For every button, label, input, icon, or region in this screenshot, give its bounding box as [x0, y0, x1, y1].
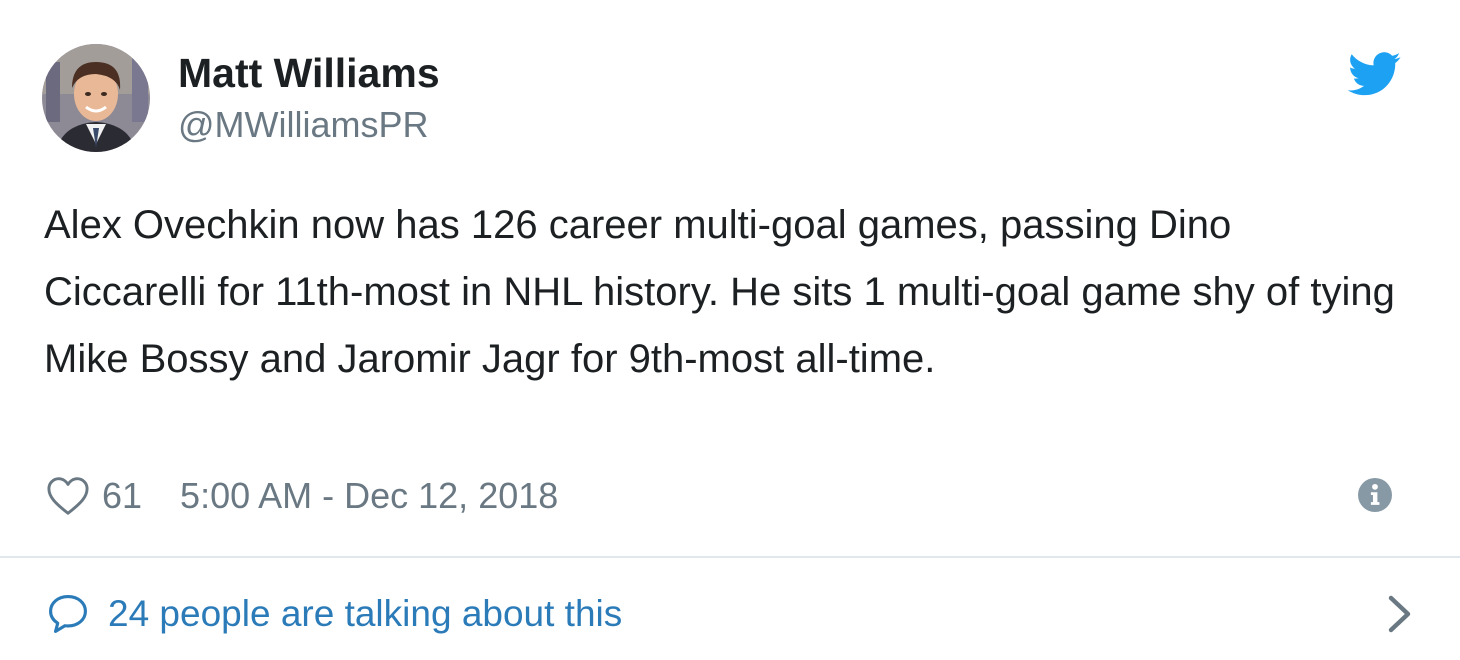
- twitter-bird-icon[interactable]: [1348, 52, 1402, 96]
- tweet-card: Matt Williams @MWilliamsPR Alex Ovechkin…: [0, 0, 1460, 660]
- like-button[interactable]: 61: [46, 475, 142, 517]
- like-count: 61: [102, 475, 143, 516]
- conversation-label: 24 people are talking about this: [108, 593, 623, 634]
- tweet-meta: 61 5:00 AM - Dec 12, 2018: [46, 472, 558, 520]
- user-handle[interactable]: @MWilliamsPR: [178, 102, 440, 148]
- heart-icon: [47, 477, 89, 515]
- conversation-link[interactable]: 24 people are talking about this: [46, 588, 1414, 640]
- tweet-header: Matt Williams @MWilliamsPR: [42, 44, 440, 152]
- avatar[interactable]: [42, 44, 150, 152]
- chevron-right-icon: [1388, 595, 1411, 633]
- divider: [0, 556, 1460, 558]
- info-icon[interactable]: [1358, 478, 1392, 512]
- display-name[interactable]: Matt Williams: [178, 48, 440, 98]
- speech-bubble-icon: [49, 595, 87, 633]
- tweet-text: Alex Ovechkin now has 126 career multi-g…: [44, 203, 1395, 381]
- user-names: Matt Williams @MWilliamsPR: [178, 48, 440, 148]
- tweet-timestamp[interactable]: 5:00 AM - Dec 12, 2018: [180, 475, 558, 517]
